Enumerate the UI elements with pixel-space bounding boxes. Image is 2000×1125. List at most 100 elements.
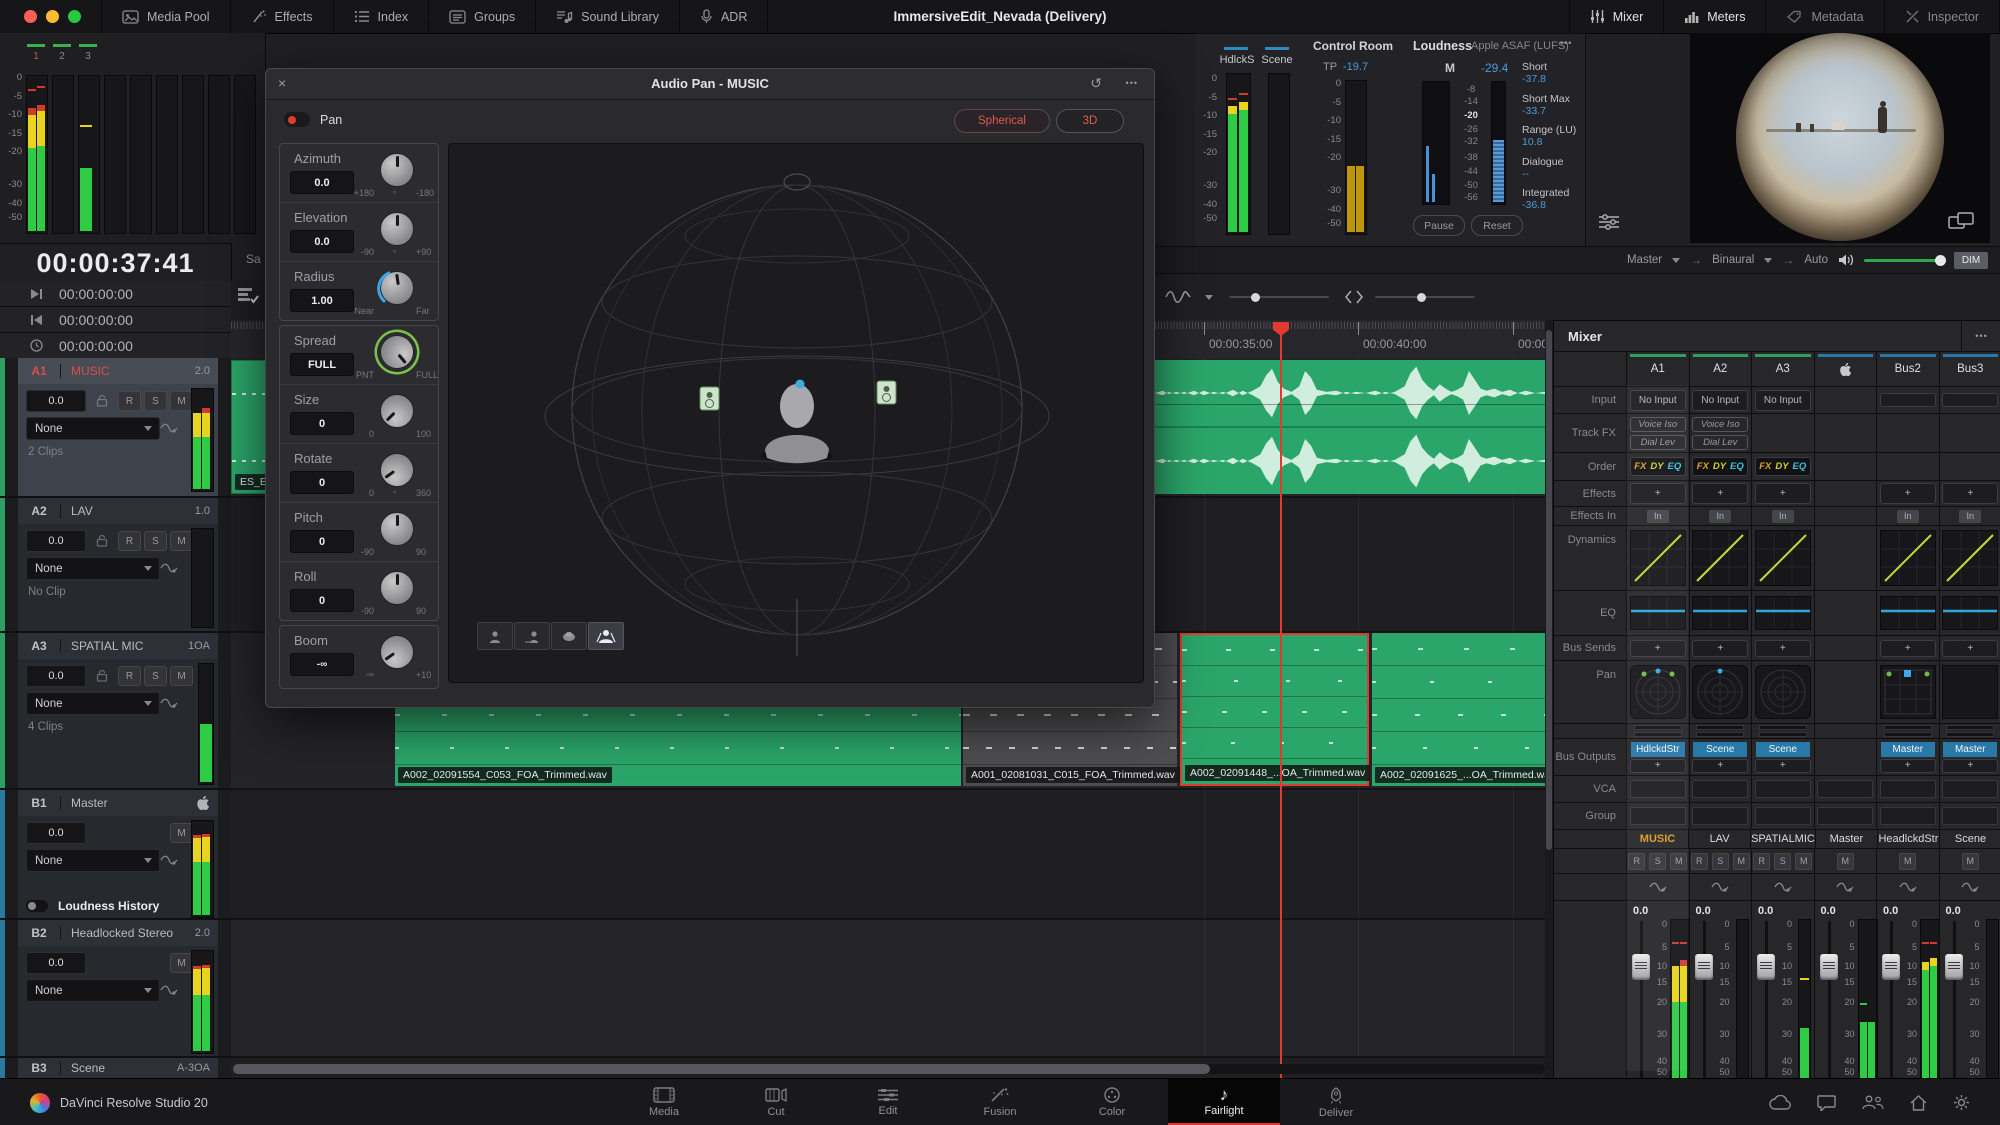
radius-control[interactable]: Radius 1.00 NearFar xyxy=(280,261,438,320)
eq-graph[interactable] xyxy=(1755,596,1811,630)
vca-slot[interactable] xyxy=(1692,780,1748,798)
inspector-toggle-button[interactable]: Inspector xyxy=(1885,0,2000,33)
record-arm-button[interactable]: R xyxy=(118,391,141,411)
automation-icon[interactable] xyxy=(160,697,178,709)
fader-strip-headlckdstr[interactable]: 0.0 05101520304050 xyxy=(1876,901,1939,1089)
media-pool-button[interactable]: Media Pool xyxy=(101,0,231,33)
record-arm-button[interactable]: R xyxy=(1753,853,1770,870)
input-select[interactable]: No Input xyxy=(1755,390,1811,411)
boom-control[interactable]: Boom -∞ -∞+10 xyxy=(280,626,438,688)
input-select[interactable]: No Input xyxy=(1692,390,1748,411)
vertical-scrollbar-thumb[interactable] xyxy=(1546,330,1552,850)
track-lane-b2[interactable] xyxy=(231,920,1553,1058)
zoom-slider-horizontal[interactable] xyxy=(1229,296,1329,298)
timeline-view-options-icon[interactable] xyxy=(237,287,259,305)
record-arm-button[interactable]: R xyxy=(1628,853,1645,870)
group-slot[interactable] xyxy=(1817,807,1873,825)
monitor-bus-select[interactable]: Master xyxy=(1627,254,1662,266)
input-select[interactable]: No Input xyxy=(1630,390,1686,411)
record-arm-button[interactable]: R xyxy=(118,666,141,686)
horizontal-scrollbar[interactable] xyxy=(233,1064,1545,1074)
pause-button[interactable]: Pause xyxy=(1413,215,1465,236)
mute-button[interactable]: M xyxy=(1795,853,1812,870)
automation-icon[interactable] xyxy=(1960,881,1980,893)
dial-lev-fx[interactable]: Dial Lev xyxy=(1630,435,1686,450)
tab-cut[interactable]: Cut xyxy=(720,1079,832,1125)
azimuth-knob[interactable] xyxy=(380,153,414,187)
add-bus-send-button[interactable]: + xyxy=(1880,640,1936,657)
elevation-control[interactable]: Elevation 0.0 -90°+90 xyxy=(280,202,438,261)
azimuth-control[interactable]: Azimuth 0.0 +180°-180 xyxy=(280,144,438,202)
track-effects-dropdown[interactable]: None xyxy=(26,849,160,872)
vca-slot[interactable] xyxy=(1942,780,1998,798)
horizontal-scrollbar-thumb[interactable] xyxy=(233,1064,1210,1074)
tab-edit[interactable]: Edit xyxy=(832,1079,944,1125)
volume-slider-handle[interactable] xyxy=(1935,255,1946,266)
strip-name[interactable]: MUSIC xyxy=(1626,830,1688,848)
fx-order-badge[interactable]: FXDYEQ xyxy=(1692,457,1748,476)
settings-gear-icon[interactable] xyxy=(1953,1094,1970,1111)
eq-graph[interactable] xyxy=(1942,596,1998,630)
voice-iso-fx[interactable]: Voice Iso xyxy=(1630,417,1686,432)
fx-order-badge[interactable]: FXDYEQ xyxy=(1755,457,1811,476)
fader-strip-lav[interactable]: 0.0 05101520304050 xyxy=(1689,901,1752,1089)
fader-strip-scene[interactable]: 0.0 05101520304050 xyxy=(1939,901,2000,1089)
boom-knob[interactable] xyxy=(373,628,420,675)
mixer-channel-head-a3[interactable]: A3 xyxy=(1751,352,1814,386)
dynamics-graph[interactable] xyxy=(1630,530,1686,586)
vca-slot[interactable] xyxy=(1630,780,1686,798)
window-controls[interactable] xyxy=(0,10,101,23)
track-header-a1[interactable]: A1 MUSIC 2.0 0.0 R S M None 2 Clips xyxy=(0,358,231,498)
bus-output-badge[interactable]: Scene xyxy=(1693,742,1747,757)
strip-name[interactable]: SPATIALMIC xyxy=(1750,830,1815,848)
strip-name[interactable]: Scene xyxy=(1939,830,2000,848)
automation-icon[interactable] xyxy=(1898,881,1918,893)
dynamics-graph[interactable] xyxy=(1755,530,1811,586)
group-slot[interactable] xyxy=(1755,807,1811,825)
view-top-button[interactable] xyxy=(551,622,587,650)
strip-name[interactable]: HeadlckdStr xyxy=(1877,830,1939,848)
chevron-down-icon[interactable] xyxy=(1205,295,1213,300)
mute-button[interactable]: M xyxy=(1899,853,1916,870)
add-effect-button[interactable]: + xyxy=(1755,483,1811,504)
dynamics-graph[interactable] xyxy=(1880,530,1936,586)
automation-icon[interactable] xyxy=(160,984,178,996)
dial-lev-fx[interactable]: Dial Lev xyxy=(1692,435,1748,450)
record-arm-button[interactable]: R xyxy=(1691,853,1708,870)
add-bus-output[interactable]: + xyxy=(1630,759,1686,773)
add-bus-send-button[interactable]: + xyxy=(1692,640,1748,657)
index-button[interactable]: Index xyxy=(334,0,430,33)
pan-display[interactable] xyxy=(1692,665,1748,719)
add-bus-output[interactable]: + xyxy=(1692,759,1748,773)
track-effects-dropdown[interactable]: None xyxy=(26,692,160,715)
pan-enable-toggle[interactable] xyxy=(284,112,310,127)
track-header-a3[interactable]: A3 SPATIAL MIC 1OA 0.0 R S M None 4 Clip… xyxy=(0,633,231,790)
monitor-volume-slider[interactable] xyxy=(1864,259,1944,262)
solo-button[interactable]: S xyxy=(144,666,167,686)
effects-in-toggle[interactable]: In xyxy=(1709,510,1731,523)
bus-output-badge[interactable]: Master xyxy=(1943,742,1997,757)
tab-color[interactable]: Color xyxy=(1056,1079,1168,1125)
tab-media[interactable]: Media xyxy=(608,1079,720,1125)
zoom-window-button[interactable] xyxy=(68,10,81,23)
mixer-channel-head-master[interactable] xyxy=(1814,352,1877,386)
strip-name[interactable]: Master xyxy=(1815,830,1877,848)
track-effects-dropdown[interactable]: None xyxy=(26,557,160,580)
input-select[interactable] xyxy=(1880,393,1936,407)
effects-in-toggle[interactable]: In xyxy=(1897,510,1919,523)
history-icon[interactable]: ↺ xyxy=(1090,75,1102,92)
tab-deliver[interactable]: Deliver xyxy=(1280,1079,1392,1125)
mute-button[interactable]: M xyxy=(1670,853,1687,870)
mute-button[interactable]: M xyxy=(1962,853,1979,870)
adr-button[interactable]: ADR xyxy=(680,0,768,33)
effects-in-toggle[interactable]: In xyxy=(1772,510,1794,523)
group-slot[interactable] xyxy=(1630,807,1686,825)
lock-icon[interactable] xyxy=(96,394,108,407)
add-effect-button[interactable]: + xyxy=(1630,483,1686,504)
fader-strip-master[interactable]: 0.0 05101520304050 xyxy=(1814,901,1877,1089)
mixer-menu-icon[interactable]: ••• xyxy=(1961,321,2000,351)
roll-knob[interactable] xyxy=(380,571,414,605)
groups-button[interactable]: Groups xyxy=(429,0,536,33)
add-bus-send-button[interactable]: + xyxy=(1755,640,1811,657)
close-window-button[interactable] xyxy=(24,10,37,23)
